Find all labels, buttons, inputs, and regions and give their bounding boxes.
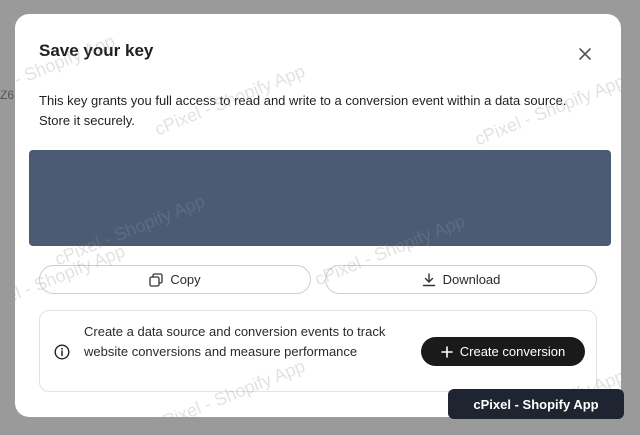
- copy-button[interactable]: Copy: [39, 265, 311, 294]
- create-conversion-button[interactable]: Create conversion: [421, 337, 585, 366]
- download-label: Download: [442, 272, 501, 287]
- save-key-modal: Save your key This key grants you full a…: [15, 14, 621, 417]
- close-button[interactable]: [575, 44, 595, 64]
- copy-icon: [149, 272, 163, 287]
- key-display-box[interactable]: [29, 150, 611, 246]
- plus-icon: [440, 345, 453, 358]
- info-card: Create a data source and conversion even…: [39, 310, 597, 392]
- app-badge: cPixel - Shopify App: [448, 389, 624, 419]
- info-text: Create a data source and conversion even…: [84, 324, 386, 359]
- info-icon: [54, 344, 70, 360]
- download-icon: [422, 272, 435, 286]
- close-icon: [579, 48, 591, 60]
- modal-title: Save your key: [39, 41, 154, 60]
- modal-description: This key grants you full access to read …: [39, 93, 567, 128]
- backdrop-text-fragment: Z6: [0, 88, 15, 102]
- download-button[interactable]: Download: [325, 265, 597, 294]
- create-conversion-label: Create conversion: [459, 344, 566, 359]
- key-actions: Copy Download: [39, 265, 597, 295]
- copy-label: Copy: [170, 272, 201, 287]
